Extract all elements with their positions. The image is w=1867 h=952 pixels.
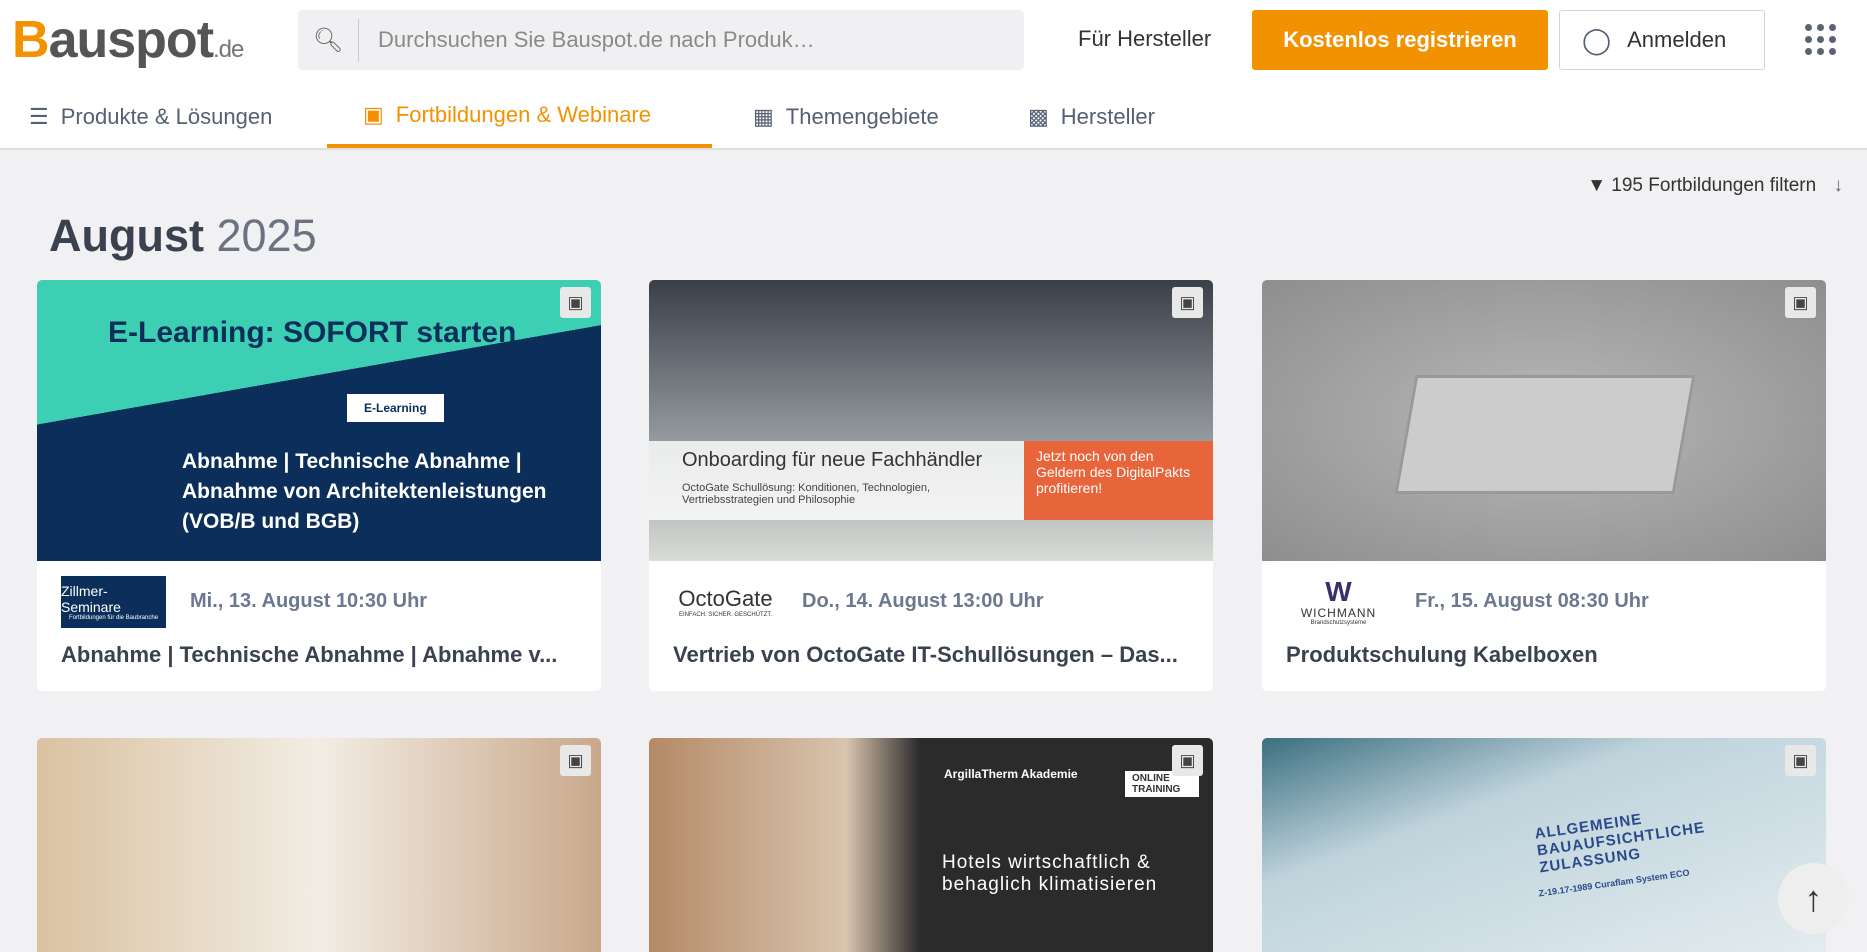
image-heading: E-Learning: SOFORT starten — [108, 316, 517, 349]
search-placeholder: Durchsuchen Sie Bauspot.de nach Produk… — [378, 27, 815, 52]
image-brand: ArgillaTherm Akademie — [944, 767, 1078, 781]
provider-name: Zillmer-Seminare — [61, 582, 121, 615]
filter-button[interactable]: ▼ 195 Fortbildungen filtern ↓ — [1587, 175, 1843, 197]
provider-logo: W WICHMANN Brandschutzsysteme — [1300, 575, 1377, 626]
webinar-icon: ▣ — [1172, 745, 1203, 776]
image-tag: E-Learning — [347, 394, 444, 422]
tiles-icon: ▦ — [753, 104, 774, 129]
training-card[interactable]: ▣ — [37, 738, 601, 952]
month-heading: August 2025 — [49, 210, 317, 262]
card-image: ▣ — [37, 738, 601, 952]
for-manufacturers-link[interactable]: Für Hersteller — [1078, 26, 1211, 52]
login-label: Anmelden — [1627, 27, 1727, 52]
arrow-down-icon: ↓ — [1833, 175, 1844, 196]
card-date: Do., 14. August 13:00 Uhr — [802, 590, 1044, 612]
card-title[interactable]: Produktschulung Kabelboxen — [1262, 642, 1826, 690]
nav-topics[interactable]: ▦ Themengebiete — [753, 86, 939, 148]
provider-name: OctoGate — [678, 585, 773, 611]
image-text: Abnahme | Technische Abnahme | Abnahme v… — [182, 450, 547, 533]
filter-label: 195 Fortbildungen filtern — [1611, 175, 1817, 196]
nav-products[interactable]: ☰ Produkte & Lösungen — [29, 86, 272, 148]
factory-icon: ▩ — [1028, 104, 1049, 129]
nav-label: Themengebiete — [785, 104, 939, 129]
nav-label: Fortbildungen & Webinare — [395, 102, 651, 127]
webinar-icon: ▣ — [560, 745, 591, 776]
nav-trainings[interactable]: ▣ Fortbildungen & Webinare — [327, 86, 712, 148]
image-text: OctoGate Schullösung: Konditionen, Techn… — [682, 482, 931, 506]
webinar-icon: ▣ — [1785, 287, 1816, 318]
apps-grid-icon[interactable] — [1805, 24, 1836, 55]
card-image: Onboarding für neue Fachhändler OctoGate… — [649, 280, 1213, 561]
image-text: Hotels wirtschaftlich & behaglich klimat… — [942, 852, 1158, 895]
month-name: August — [49, 210, 204, 261]
card-title[interactable]: Abnahme | Technische Abnahme | Abnahme v… — [37, 642, 601, 690]
nav-manufacturers[interactable]: ▩ Hersteller — [1028, 86, 1155, 148]
header: Bauspot.de 🔍︎ Durchsuchen Sie Bauspot.de… — [0, 0, 1867, 150]
card-date: Fr., 15. August 08:30 Uhr — [1415, 590, 1649, 612]
provider-sub: Fortbildungen für die Baubranche — [68, 614, 159, 621]
nav-label: Produkte & Lösungen — [60, 104, 273, 129]
register-button[interactable]: Kostenlos registrieren — [1252, 10, 1548, 70]
presentation-icon: ▣ — [363, 102, 384, 127]
provider-sub: EINFACH. SICHER. GESCHÜTZT. — [678, 611, 772, 618]
training-card[interactable]: ALLGEMEINE BAUAUFSICHTLICHE ZULASSUNG Z-… — [1262, 738, 1826, 952]
training-card[interactable]: E-Learning: SOFORT starten E-Learning Ab… — [37, 280, 601, 691]
menu-icon: ☰ — [29, 104, 49, 129]
provider-name: WICHMANN — [1300, 605, 1377, 620]
provider-sub: Brandschutzsysteme — [1310, 619, 1367, 626]
webinar-icon: ▣ — [1785, 745, 1816, 776]
card-title[interactable]: Vertrieb von OctoGate IT-Schullösungen –… — [649, 642, 1213, 690]
image-promo: Jetzt noch von den Geldern des DigitalPa… — [1024, 441, 1213, 520]
image-text: ALLGEMEINE BAUAUFSICHTLICHE ZULASSUNG — [1533, 810, 1707, 877]
webinar-icon: ▣ — [1172, 287, 1203, 318]
logo-tld: .de — [213, 36, 244, 63]
search-input[interactable]: 🔍︎ Durchsuchen Sie Bauspot.de nach Produ… — [298, 10, 1024, 70]
provider-logo: Zillmer-Seminare Fortbildungen für die Ba… — [61, 575, 166, 628]
search-icon[interactable]: 🔍︎ — [298, 18, 359, 62]
image-heading: Onboarding für neue Fachhändler — [682, 449, 983, 471]
provider-logo: OctoGate EINFACH. SICHER. GESCHÜTZT. — [673, 576, 778, 628]
month-year: 2025 — [216, 210, 317, 261]
page: Bauspot.de 🔍︎ Durchsuchen Sie Bauspot.de… — [0, 0, 1867, 952]
card-image: ALLGEMEINE BAUAUFSICHTLICHE ZULASSUNG Z-… — [1262, 738, 1826, 952]
card-image: E-Learning: SOFORT starten E-Learning Ab… — [37, 280, 601, 561]
logo[interactable]: Bauspot.de — [12, 10, 244, 70]
login-button[interactable]: ◯ Anmelden — [1559, 10, 1765, 70]
webinar-icon: ▣ — [560, 287, 591, 318]
user-icon: ◯ — [1582, 24, 1612, 55]
filter-icon: ▼ — [1587, 175, 1607, 196]
training-card[interactable]: Onboarding für neue Fachhändler OctoGate… — [649, 280, 1213, 691]
training-card[interactable]: ▣ W WICHMANN Brandschutzsysteme Fr., 15. Au… — [1262, 280, 1826, 691]
scroll-to-top-button[interactable]: ↑ — [1778, 863, 1849, 934]
card-image: ▣ — [1262, 280, 1826, 561]
logo-text: Bauspot — [12, 11, 214, 69]
card-date: Mi., 13. August 10:30 Uhr — [190, 590, 428, 612]
training-card[interactable]: ArgillaTherm Akademie ONLINE TRAINING Ho… — [649, 738, 1213, 952]
card-image: ArgillaTherm Akademie ONLINE TRAINING Ho… — [649, 738, 1213, 952]
nav-label: Hersteller — [1060, 104, 1155, 129]
